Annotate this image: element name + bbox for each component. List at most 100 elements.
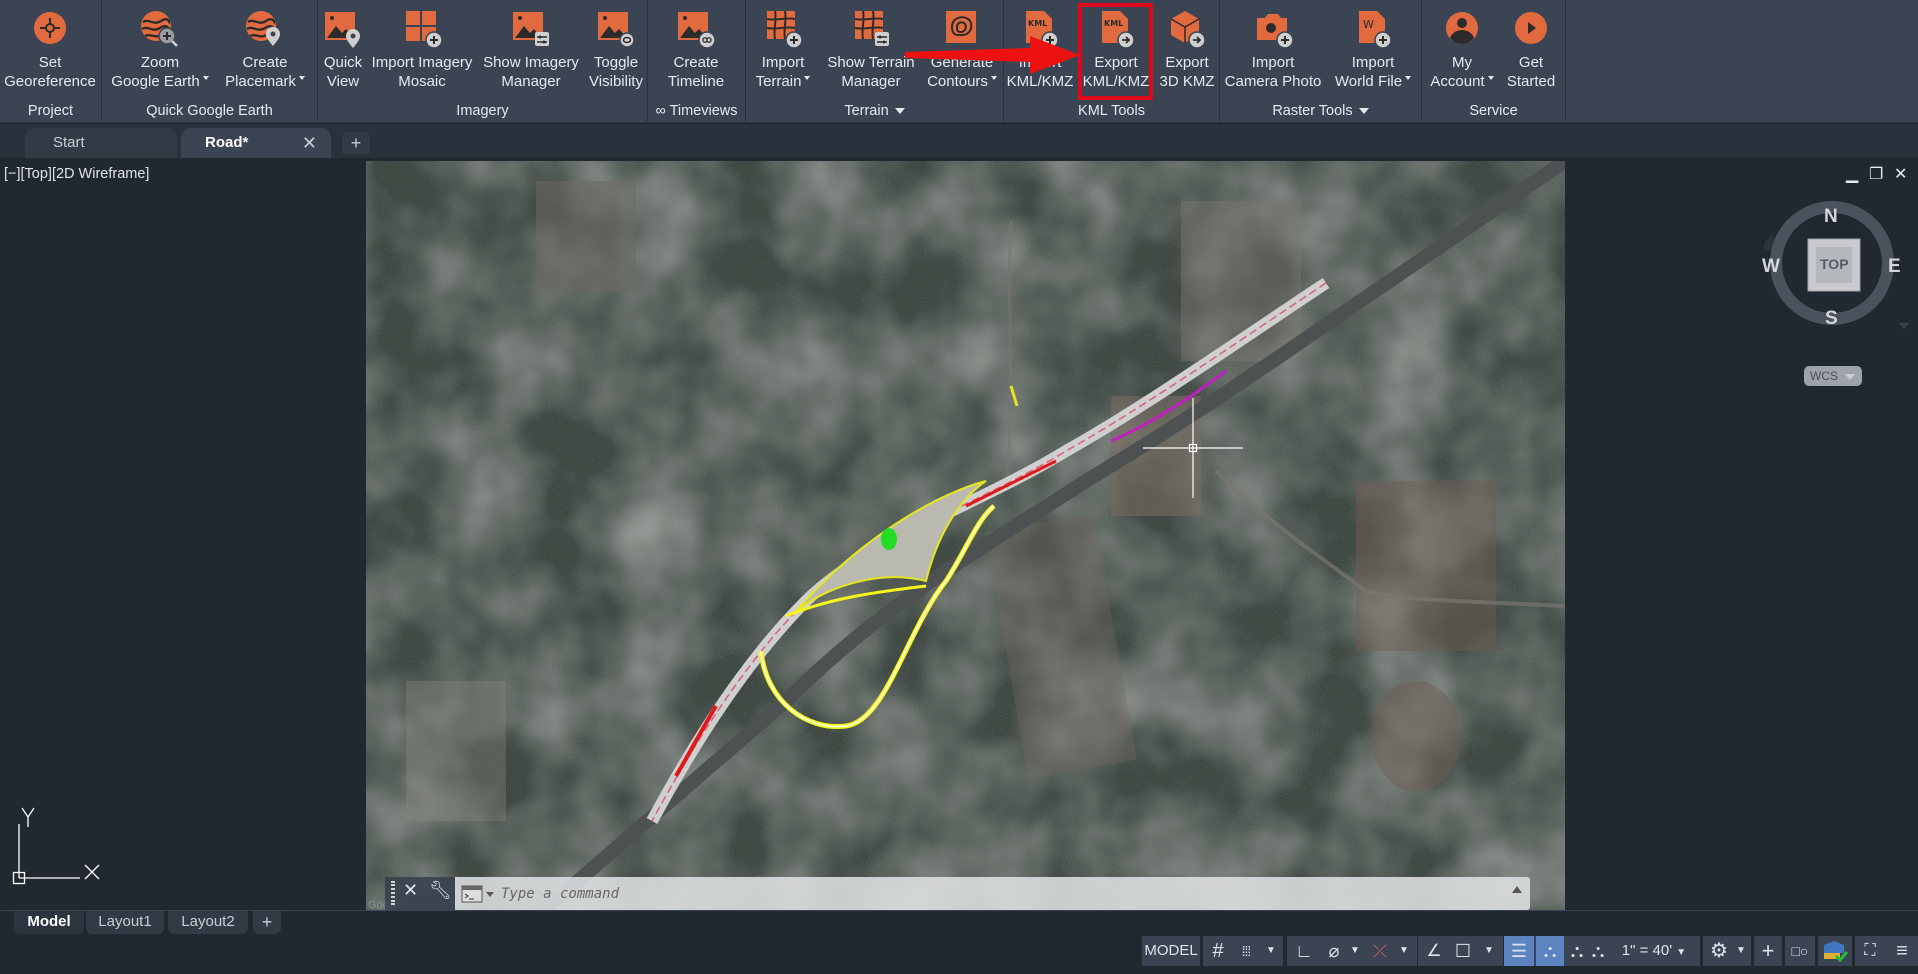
polar-dropdown-icon[interactable]: ▼ bbox=[1347, 936, 1363, 966]
isodraft-icon[interactable]: ⤫ bbox=[1365, 936, 1395, 966]
add-layout-button[interactable]: + bbox=[253, 911, 281, 934]
gear-icon[interactable]: ⚙ bbox=[1705, 936, 1733, 966]
panel-title-terrain[interactable]: Terrain bbox=[746, 101, 1003, 121]
dropdown-caret-icon[interactable] bbox=[1487, 76, 1494, 80]
toggle-visibility-button[interactable]: Toggle Visibility bbox=[586, 0, 646, 100]
close-command-line-icon[interactable]: ✕ bbox=[403, 880, 418, 901]
create-timeline-icon bbox=[678, 12, 716, 49]
expand-history-icon[interactable] bbox=[1512, 886, 1522, 893]
export-kml-kmz-button[interactable]: KML Export KML/KMZ bbox=[1080, 0, 1152, 100]
label: Started bbox=[1506, 73, 1556, 90]
import-world-file-icon: W bbox=[1359, 11, 1392, 49]
isodraft-dropdown-icon[interactable]: ▼ bbox=[1395, 936, 1413, 966]
tab-model[interactable]: Model bbox=[14, 911, 84, 934]
auto-scale-icon[interactable]: ⛬ bbox=[1564, 936, 1590, 966]
plus-icon[interactable]: + bbox=[1754, 936, 1782, 966]
generate-contours-button[interactable]: Generate Contours bbox=[922, 0, 1002, 100]
object-snap-dropdown-icon[interactable]: ▼ bbox=[1480, 936, 1498, 966]
label: Generate bbox=[930, 54, 994, 71]
label: Manager bbox=[841, 73, 901, 90]
create-placemark-button[interactable]: Create Placemark bbox=[214, 0, 316, 100]
workspace-dropdown-icon[interactable]: ▼ bbox=[1733, 936, 1749, 966]
set-georeference-button[interactable]: Set Georeference bbox=[0, 0, 100, 100]
import-terrain-button[interactable]: Import Terrain bbox=[746, 0, 820, 100]
label: Timeline bbox=[667, 73, 725, 90]
annotation-scale-icon[interactable]: ⛬ bbox=[1588, 936, 1608, 966]
geolocation-group bbox=[1818, 936, 1852, 966]
label: View bbox=[326, 73, 360, 90]
command-line: ✕ 🔧︎ bbox=[385, 877, 1530, 910]
wcs-label: WCS bbox=[1810, 369, 1838, 383]
viewcube-face-label[interactable]: TOP bbox=[1820, 256, 1849, 272]
close-viewport-icon[interactable]: ✕ bbox=[1894, 164, 1907, 184]
my-account-button[interactable]: My Account bbox=[1422, 0, 1502, 100]
isolate-objects-icon[interactable]: □○ bbox=[1785, 936, 1815, 966]
menu-icon[interactable]: ≡ bbox=[1887, 936, 1917, 966]
show-terrain-manager-button[interactable]: Show Terrain Manager bbox=[820, 0, 922, 100]
import-camera-photo-icon bbox=[1257, 14, 1294, 49]
create-timeline-button[interactable]: Create Timeline bbox=[648, 0, 744, 100]
label: Import bbox=[1018, 54, 1062, 71]
command-input[interactable] bbox=[501, 877, 1461, 910]
import-camera-photo-button[interactable]: Import Camera Photo bbox=[1220, 0, 1326, 100]
restore-viewport-icon[interactable]: ❐ bbox=[1869, 164, 1883, 184]
viewport-controls-label[interactable]: [−][Top][2D Wireframe] bbox=[4, 166, 149, 182]
lineweight-icon[interactable]: ☰ bbox=[1504, 936, 1534, 966]
object-snap-tracking-icon[interactable]: ∠ bbox=[1420, 936, 1448, 966]
dropdown-caret-icon[interactable] bbox=[1405, 76, 1412, 80]
snap-icon[interactable]: ⁞⁞⁞ bbox=[1233, 936, 1259, 966]
annotation-scale-dropdown[interactable]: 1" = 40' ▼ bbox=[1608, 936, 1700, 966]
label: Create bbox=[242, 54, 288, 71]
ortho-icon[interactable]: ∟ bbox=[1289, 936, 1319, 966]
command-history-icon[interactable] bbox=[461, 885, 495, 903]
dropdown-caret-icon[interactable] bbox=[804, 76, 811, 80]
dropdown-caret-icon[interactable] bbox=[990, 76, 997, 80]
compass-east[interactable]: E bbox=[1888, 256, 1901, 278]
tab-road[interactable]: Road* ✕ bbox=[181, 128, 331, 158]
customize-wrench-icon[interactable]: 🔧︎ bbox=[429, 880, 452, 901]
drag-handle[interactable] bbox=[391, 881, 395, 905]
object-snap-icon[interactable]: ☐ bbox=[1448, 936, 1478, 966]
panel-expand-icon[interactable] bbox=[1358, 108, 1369, 115]
new-tab-button[interactable]: + bbox=[342, 132, 370, 154]
label: Zoom bbox=[140, 54, 180, 71]
minimize-viewport-icon[interactable]: ▁ bbox=[1846, 164, 1858, 184]
drafting-aids-group: ∟ ⌀ ▼ ⤫ ▼ bbox=[1287, 936, 1417, 966]
zoom-google-earth-button[interactable]: Zoom Google Earth bbox=[108, 0, 212, 100]
show-imagery-manager-button[interactable]: Show Imagery Manager bbox=[476, 0, 586, 100]
viewcube[interactable]: N S E W TOP WCS bbox=[1762, 198, 1912, 386]
annotation-visibility-icon[interactable]: ⛬ bbox=[1536, 936, 1564, 966]
tab-start[interactable]: Start bbox=[25, 128, 177, 158]
fullscreen-icon[interactable]: ⛶ bbox=[1855, 936, 1885, 966]
quick-view-button[interactable]: Quick View bbox=[318, 0, 368, 100]
panel-expand-icon[interactable] bbox=[894, 108, 905, 115]
label: KML/KMZ bbox=[1082, 73, 1150, 90]
viewcube-menu-icon[interactable] bbox=[1899, 323, 1909, 329]
tab-layout2[interactable]: Layout2 bbox=[168, 911, 248, 934]
get-started-button[interactable]: Get Started bbox=[1500, 0, 1562, 100]
compass-north[interactable]: N bbox=[1824, 206, 1838, 228]
drawing-viewport[interactable]: [−][Top][2D Wireframe] ▁ ❐ ✕ N S E W TOP… bbox=[0, 158, 1918, 913]
label: Mosaic bbox=[398, 73, 446, 90]
snap-dropdown-icon[interactable]: ▼ bbox=[1261, 936, 1281, 966]
dropdown-caret-icon[interactable] bbox=[202, 76, 209, 80]
panel-title-project: Project bbox=[27, 103, 74, 119]
model-space-toggle[interactable]: MODEL bbox=[1142, 936, 1200, 966]
compass-west[interactable]: W bbox=[1762, 256, 1780, 278]
import-imagery-mosaic-button[interactable]: Import Imagery Mosaic bbox=[368, 0, 476, 100]
import-kml-kmz-button[interactable]: KML Import KML/KMZ bbox=[1004, 0, 1076, 100]
tab-layout1[interactable]: Layout1 bbox=[86, 911, 164, 934]
grid-icon[interactable]: # bbox=[1205, 936, 1231, 966]
label: Google Earth bbox=[111, 73, 200, 90]
compass-south[interactable]: S bbox=[1825, 308, 1838, 330]
tab-label: Start bbox=[53, 134, 85, 151]
dropdown-caret-icon[interactable] bbox=[298, 76, 305, 80]
import-kml-icon: KML bbox=[1026, 11, 1059, 49]
wcs-menu[interactable]: WCS bbox=[1804, 366, 1862, 386]
close-tab-icon[interactable]: ✕ bbox=[302, 128, 317, 158]
geolocation-status-icon[interactable] bbox=[1818, 936, 1852, 966]
polar-tracking-icon[interactable]: ⌀ bbox=[1319, 936, 1349, 966]
export-3d-kmz-button[interactable]: Export 3D KMZ bbox=[1154, 0, 1220, 100]
panel-title-raster-tools[interactable]: Raster Tools bbox=[1220, 101, 1421, 121]
import-world-file-button[interactable]: W Import World File bbox=[1326, 0, 1420, 100]
